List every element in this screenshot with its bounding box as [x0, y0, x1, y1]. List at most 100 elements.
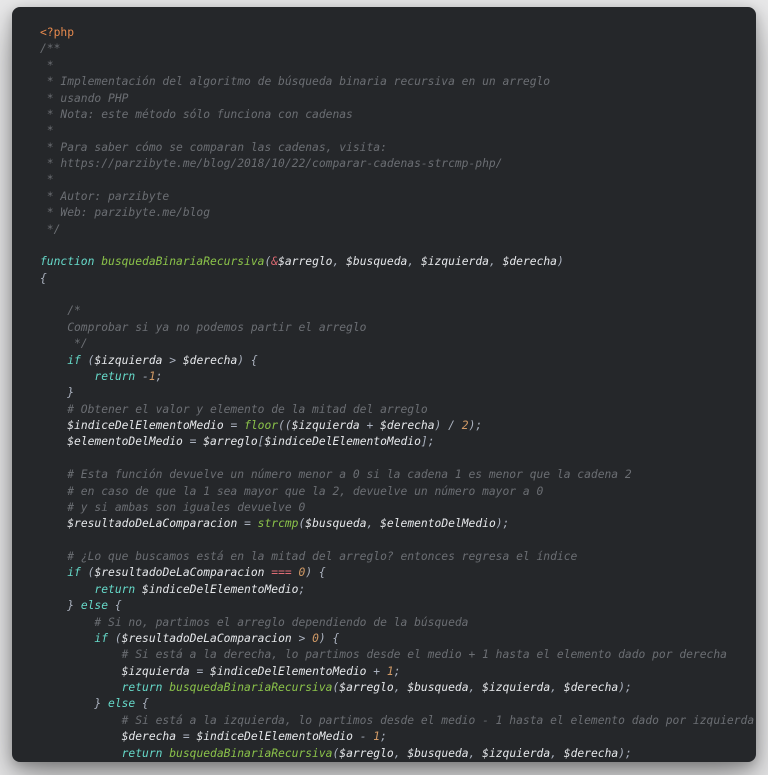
- token-var: $busqueda: [305, 517, 366, 530]
- token-var: $izquierda: [482, 681, 550, 694]
- token-kw: function: [40, 255, 101, 268]
- token-punct: =: [224, 419, 244, 432]
- token-punct: [40, 435, 67, 448]
- token-num: 1: [149, 370, 156, 383]
- token-comment: */: [40, 337, 88, 350]
- token-var: $izquierda: [122, 665, 190, 678]
- token-punct: );: [618, 681, 632, 694]
- token-punct: >: [292, 632, 312, 645]
- token-punct: (: [115, 632, 122, 645]
- token-comment: # Si no, partimos el arreglo dependiendo…: [40, 616, 468, 629]
- token-kw: if: [67, 354, 87, 367]
- token-kw: else: [108, 697, 142, 710]
- token-punct: ,: [394, 747, 408, 760]
- token-comment: * https://parzibyte.me/blog/2018/10/22/c…: [40, 157, 503, 170]
- token-punct: [40, 583, 94, 596]
- token-num: 1: [387, 665, 394, 678]
- token-punct: -: [142, 370, 149, 383]
- token-punct: ,: [333, 255, 347, 268]
- token-punct: ,: [550, 681, 564, 694]
- token-punct: =: [183, 435, 203, 448]
- token-call: busquedaBinariaRecursiva: [169, 747, 332, 760]
- token-var: $derecha: [503, 255, 557, 268]
- token-comment: * usando PHP: [40, 92, 128, 105]
- token-kw: return: [122, 681, 170, 694]
- token-punct: {: [142, 697, 149, 710]
- token-punct: {: [115, 599, 122, 612]
- token-punct: +: [360, 419, 380, 432]
- token-var: $indiceDelElementoMedio: [210, 665, 366, 678]
- token-var: $derecha: [564, 747, 618, 760]
- token-punct: ): [557, 255, 564, 268]
- token-punct: [40, 517, 67, 530]
- token-kw: if: [94, 632, 114, 645]
- token-call: strcmp: [258, 517, 299, 530]
- token-comment: # Si está a la derecha, lo partimos desd…: [40, 648, 727, 661]
- token-comment: # en caso de que la 1 sea mayor que la 2…: [40, 485, 543, 498]
- token-comment: # Si está a la izquierda, lo partimos de…: [40, 714, 754, 727]
- token-var: $indiceDelElementoMedio: [264, 435, 420, 448]
- token-punct: ,: [469, 747, 483, 760]
- token-comment: * Web: parzibyte.me/blog: [40, 206, 210, 219]
- token-var: $resultadoDeLaComparacion: [67, 517, 237, 530]
- token-comment: * Nota: este método sólo funciona con ca…: [40, 108, 353, 121]
- token-var: $derecha: [380, 419, 434, 432]
- token-comment: * Implementación del algoritmo de búsque…: [40, 75, 550, 88]
- token-call: floor: [244, 419, 278, 432]
- token-open: <?php: [40, 26, 74, 39]
- token-punct: [40, 370, 94, 383]
- token-punct: ,: [407, 255, 421, 268]
- token-var: $arreglo: [278, 255, 332, 268]
- token-punct: ) {: [305, 566, 325, 579]
- token-kw: return: [94, 583, 142, 596]
- token-punct: ,: [394, 681, 408, 694]
- token-punct: ;: [298, 583, 305, 596]
- token-punct: ,: [550, 747, 564, 760]
- token-comment: *: [40, 124, 54, 137]
- token-punct: );: [618, 747, 632, 760]
- token-punct: ((: [278, 419, 292, 432]
- token-punct: [40, 632, 94, 645]
- token-punct: ];: [421, 435, 435, 448]
- token-comment: # Obtener el valor y elemento de la mita…: [40, 403, 428, 416]
- token-punct: {: [40, 272, 47, 285]
- token-punct: =: [190, 665, 210, 678]
- token-var: $busqueda: [346, 255, 407, 268]
- token-punct: ;: [380, 730, 387, 743]
- token-comment: */: [40, 223, 60, 236]
- token-punct: [292, 566, 299, 579]
- token-kw: return: [94, 370, 142, 383]
- token-num: 0: [312, 632, 319, 645]
- php-code: <?php /* * * * Implementación del algorit…: [12, 7, 756, 762]
- token-comment: # Esta función devuelve un número menor …: [40, 468, 632, 481]
- token-var: $izquierda: [421, 255, 489, 268]
- token-comment: * Autor: parzibyte: [40, 190, 169, 203]
- token-var: $elementoDelMedio: [380, 517, 496, 530]
- token-kw: if: [67, 566, 87, 579]
- token-var: $arreglo: [339, 681, 393, 694]
- token-punct: [40, 354, 67, 367]
- token-call: busquedaBinariaRecursiva: [169, 681, 332, 694]
- token-punct: >: [162, 354, 182, 367]
- token-var: $indiceDelElementoMedio: [196, 730, 352, 743]
- token-punct: [40, 419, 67, 432]
- token-var: $arreglo: [203, 435, 257, 448]
- token-var: $izquierda: [482, 747, 550, 760]
- token-comment: *: [40, 59, 54, 72]
- token-var: $arreglo: [339, 747, 393, 760]
- token-var: $derecha: [183, 354, 237, 367]
- token-punct: =: [176, 730, 196, 743]
- token-punct: [40, 665, 122, 678]
- token-var: $izquierda: [94, 354, 162, 367]
- token-punct: );: [496, 517, 510, 530]
- token-comment: /*: [40, 304, 81, 317]
- token-punct: );: [469, 419, 483, 432]
- token-var: $resultadoDeLaComparacion: [122, 632, 292, 645]
- token-comment: *: [40, 173, 54, 186]
- token-comment: Comprobar si ya no podemos partir el arr…: [40, 321, 366, 334]
- token-var: $resultadoDeLaComparacion: [94, 566, 264, 579]
- token-num: 2: [462, 419, 469, 432]
- token-punct: }: [40, 697, 108, 710]
- token-punct: ) {: [319, 632, 339, 645]
- token-punct: }: [40, 599, 81, 612]
